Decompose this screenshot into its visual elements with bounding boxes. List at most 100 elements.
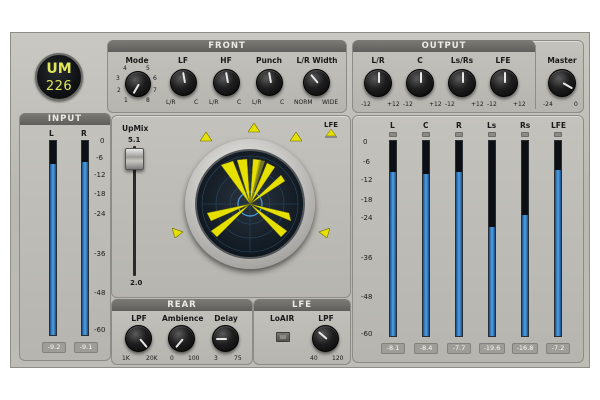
out-c-label: C xyxy=(417,56,423,65)
upmix-display-panel: UpMix 5.1 2.0 LFE xyxy=(111,115,351,298)
lfe-lpf-label: LPF xyxy=(318,314,334,323)
upmix-scope-screen xyxy=(195,149,305,259)
ambience-max: 100 xyxy=(188,355,200,362)
out-meter-r-label: R xyxy=(456,121,462,130)
rear-lpf-knob[interactable] xyxy=(125,325,152,352)
input-scale-0: 0 xyxy=(100,137,105,145)
out-c-knob[interactable] xyxy=(406,69,434,97)
out-readout-ls: -19.6 xyxy=(479,343,505,354)
hf-knob[interactable] xyxy=(213,69,240,96)
out-lfe-knob[interactable] xyxy=(490,69,518,97)
lfe-panel: LFE LoAIR LPF 40 120 xyxy=(253,299,351,365)
hf-max: C xyxy=(237,99,242,106)
input-scale-48: -48 xyxy=(94,289,106,297)
out-lsrs-knob[interactable] xyxy=(448,69,476,97)
input-scale-24: -24 xyxy=(94,210,106,218)
lr-width-max: WIDE xyxy=(322,99,339,106)
punch-knob[interactable] xyxy=(256,69,283,96)
delay-label: Delay xyxy=(214,314,238,323)
rear-panel: REAR LPF 1K 20K Ambience 0 100 Delay 3 7… xyxy=(111,299,253,365)
speaker-c-icon xyxy=(248,123,260,133)
out-c-max: +12 xyxy=(429,101,442,108)
out-scale-24: -24 xyxy=(361,214,373,222)
plugin-window: UM 226 FRONT Mode 4 5 3 6 2 7 1 8 LF L/R… xyxy=(10,32,590,368)
punch-max: C xyxy=(280,99,285,106)
um226-logo: UM 226 xyxy=(35,53,83,101)
speaker-ls-icon xyxy=(172,228,184,238)
input-meter-r-fill xyxy=(82,162,88,335)
out-meter-rs-label: Rs xyxy=(520,121,531,130)
out-meter-rs-fill xyxy=(522,215,528,336)
out-lr-label: L/R xyxy=(371,56,385,65)
master-knob[interactable] xyxy=(548,69,576,97)
delay-max: 75 xyxy=(234,355,242,362)
out-meter-lfe-clip xyxy=(554,132,562,137)
master-divider xyxy=(535,45,536,109)
out-lfe-min: -12 xyxy=(487,101,497,108)
delay-knob[interactable] xyxy=(212,325,239,352)
out-meter-ls-label: Ls xyxy=(487,121,497,130)
out-meter-lfe-label: LFE xyxy=(551,121,567,130)
out-scale-0: 0 xyxy=(363,138,368,146)
speaker-l-icon xyxy=(200,132,212,142)
out-meter-lfe-fill xyxy=(555,170,561,336)
out-meter-ls-fill xyxy=(489,226,495,336)
speaker-rs-icon xyxy=(318,228,330,238)
front-header: FRONT xyxy=(108,40,346,52)
logo-line1: UM xyxy=(46,61,72,77)
ambience-knob[interactable] xyxy=(168,325,195,352)
out-lr-knob[interactable] xyxy=(364,69,392,97)
lfe-lpf-min: 40 xyxy=(310,355,318,362)
loair-label: LoAIR xyxy=(270,314,295,323)
out-meter-l xyxy=(389,140,397,337)
upmix-label: UpMix xyxy=(122,124,149,133)
input-scale-12: -12 xyxy=(94,171,106,179)
mode-scale-2: 2 xyxy=(117,87,121,94)
input-header: INPUT xyxy=(20,113,110,125)
mode-scale-3: 3 xyxy=(116,75,120,82)
rear-lpf-max: 20K xyxy=(146,355,158,362)
master-min: -24 xyxy=(543,101,553,108)
out-scale-6: -6 xyxy=(363,158,370,166)
speaker-r-icon xyxy=(290,132,302,142)
punch-min: L/R xyxy=(252,99,262,106)
out-meter-rs-clip xyxy=(521,132,529,137)
input-scale-36: -36 xyxy=(94,250,106,258)
upmix-fader-handle[interactable] xyxy=(125,148,144,170)
upmix-scope-graphic xyxy=(201,155,299,253)
input-readout-r: -9.1 xyxy=(74,342,98,353)
ambience-label: Ambience xyxy=(162,314,204,323)
lr-width-knob[interactable] xyxy=(303,69,330,96)
input-meter-l xyxy=(49,140,57,336)
out-meter-r-fill xyxy=(456,172,462,336)
lf-label: LF xyxy=(178,56,188,65)
lf-min: L/R xyxy=(166,99,176,106)
input-l-label: L xyxy=(49,129,54,138)
out-meter-c xyxy=(422,140,430,337)
input-r-label: R xyxy=(81,129,87,138)
input-scale-18: -18 xyxy=(94,190,106,198)
mode-scale-6: 6 xyxy=(153,75,157,82)
loair-button[interactable] xyxy=(276,332,290,342)
delay-min: 3 xyxy=(214,355,218,362)
out-lsrs-label: Ls/Rs xyxy=(450,56,474,65)
mode-label: Mode xyxy=(125,56,149,65)
ambience-min: 0 xyxy=(170,355,174,362)
upmix-lfe-label: LFE xyxy=(324,121,339,129)
lfe-lpf-knob[interactable] xyxy=(312,325,339,352)
out-meter-l-label: L xyxy=(390,121,395,130)
lf-max: C xyxy=(194,99,199,106)
rear-lpf-label: LPF xyxy=(131,314,147,323)
out-meter-c-label: C xyxy=(423,121,429,130)
out-scale-12: -12 xyxy=(361,176,373,184)
punch-label: Punch xyxy=(256,56,282,65)
front-panel: FRONT Mode 4 5 3 6 2 7 1 8 LF L/R C HF L… xyxy=(107,40,347,113)
lf-knob[interactable] xyxy=(170,69,197,96)
input-panel: INPUT L R 0 -6 -12 -18 -24 -36 -48 -60 -… xyxy=(19,113,111,361)
out-scale-18: -18 xyxy=(361,196,373,204)
out-meter-r-clip xyxy=(455,132,463,137)
mode-knob[interactable] xyxy=(125,71,151,97)
upmix-top-value: 5.1 xyxy=(128,136,141,144)
upmix-bottom-value: 2.0 xyxy=(130,279,143,287)
out-scale-36: -36 xyxy=(361,254,373,262)
